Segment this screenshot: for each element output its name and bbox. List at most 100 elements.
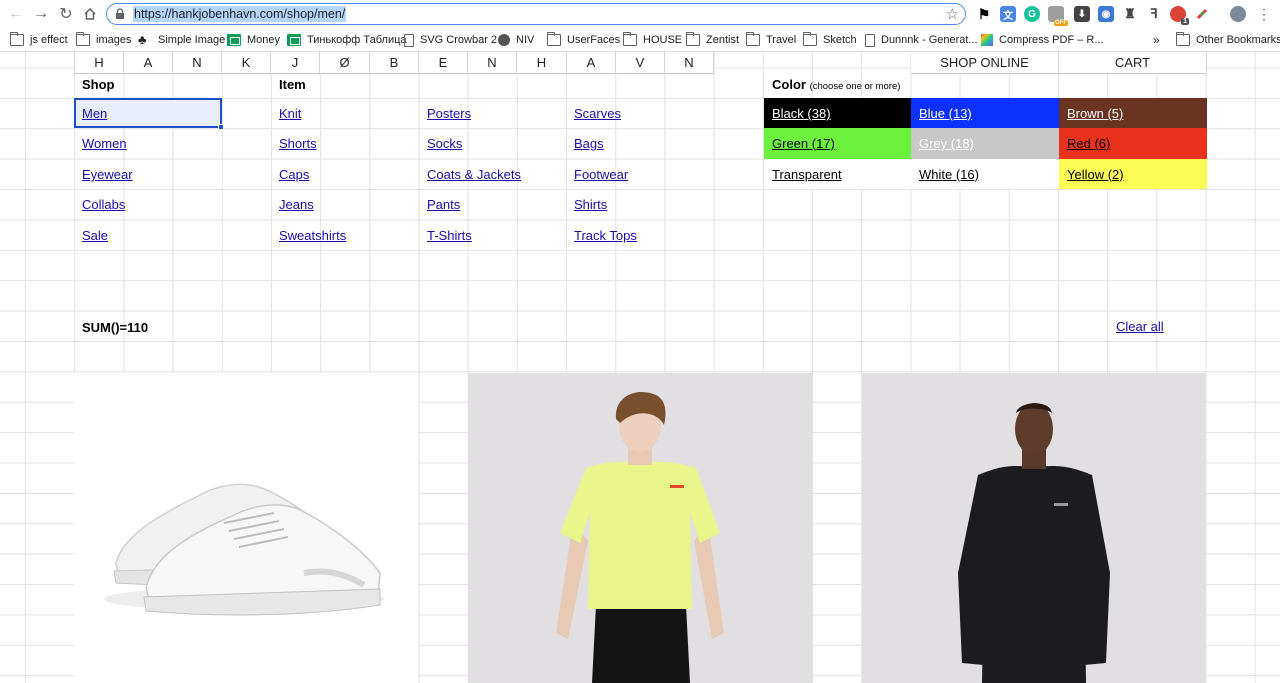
screenshot-extension-icon[interactable]: ◉ — [1098, 6, 1114, 22]
shop-link-collabs[interactable]: Collabs — [82, 197, 125, 212]
color-swatch[interactable]: Black (38) — [764, 98, 912, 129]
reload-icon[interactable]: ↻ — [56, 4, 76, 24]
browser-toolbar: ← → ↻ https://hankjobenhavn.com/shop/men… — [0, 0, 1280, 28]
bookmark-js-effect[interactable]: js effect — [10, 31, 68, 49]
cart-link[interactable]: CART — [1059, 52, 1207, 74]
sneaker-icon — [104, 483, 384, 616]
product-tshirt-image[interactable] — [468, 373, 812, 683]
sheet-icon — [287, 34, 301, 46]
fill-handle[interactable] — [218, 124, 224, 130]
off-badge: OFF — [1054, 20, 1068, 26]
bookmark-niv[interactable]: NIV — [498, 31, 534, 49]
item-link[interactable]: Jeans — [279, 197, 314, 212]
bookmark-svg-crowbar[interactable]: SVG Crowbar 2 — [404, 31, 497, 49]
folder-icon — [10, 32, 24, 46]
item-link[interactable]: Shirts — [574, 197, 607, 212]
folder-icon — [686, 32, 700, 46]
item-link[interactable]: Shorts — [279, 136, 317, 151]
bookmark-star-icon[interactable]: ☆ — [946, 5, 959, 23]
item-link[interactable]: Pants — [427, 197, 460, 212]
download-extension-icon[interactable]: ⬇ — [1074, 6, 1090, 22]
color-swatch[interactable]: Red (6) — [1059, 128, 1207, 159]
item-link[interactable]: Knit — [279, 106, 301, 121]
color-hint: (choose one or more) — [809, 81, 901, 92]
color-picker-extension-icon[interactable] — [1194, 6, 1210, 22]
niv-icon — [498, 34, 510, 46]
item-link[interactable]: Track Tops — [574, 228, 637, 243]
url-text[interactable]: https://hankjobenhavn.com/shop/men/ — [133, 6, 347, 22]
folder-icon — [547, 32, 561, 46]
bookmark-money[interactable]: Money — [227, 31, 280, 49]
back-arrow-icon[interactable]: ← — [6, 4, 26, 24]
bookmark-compress-pdf[interactable]: Compress PDF – R... — [981, 31, 1104, 49]
bookmark-simple-image[interactable]: ♣ Simple Image — [138, 31, 225, 49]
shop-link-sale[interactable]: Sale — [82, 228, 108, 243]
home-icon[interactable] — [80, 4, 100, 24]
item-link[interactable]: Coats & Jackets — [427, 167, 521, 182]
sweatshirt-model-icon — [958, 403, 1110, 683]
shop-link-women[interactable]: Women — [82, 136, 127, 151]
page-icon — [865, 33, 875, 47]
color-swatch[interactable]: Grey (18) — [911, 128, 1059, 159]
bookmarks-bar: js effect images ♣ Simple Image Money Тин… — [0, 28, 1280, 52]
bookmark-travel[interactable]: Travel — [746, 31, 796, 49]
forward-arrow-icon[interactable]: → — [31, 4, 51, 24]
shop-link-men[interactable]: Men — [82, 106, 107, 121]
red-extension-icon[interactable]: 1 — [1170, 6, 1189, 25]
ghost-extension-icon[interactable]: ♜ — [1122, 6, 1138, 22]
clear-all-link[interactable]: Clear all — [1116, 319, 1164, 334]
color-swatch[interactable]: Green (17) — [764, 128, 912, 159]
folder-icon — [76, 32, 90, 46]
translate-extension-icon[interactable]: 文 — [1000, 6, 1016, 22]
header-letter: J — [271, 52, 320, 74]
header-letter: H — [74, 52, 124, 74]
bookmark-house[interactable]: HOUSE — [623, 31, 682, 49]
product-sweatshirt-image[interactable] — [862, 373, 1206, 683]
folder-icon — [746, 32, 760, 46]
coupon-extension-icon[interactable]: OFF — [1048, 6, 1068, 26]
folder-icon — [1176, 32, 1190, 46]
profile-avatar-icon[interactable] — [1230, 6, 1246, 22]
item-link[interactable]: Scarves — [574, 106, 621, 121]
header-letter: N — [173, 52, 222, 74]
pdf-icon — [981, 34, 993, 46]
bookmark-zentist[interactable]: Zentist — [686, 31, 739, 49]
color-swatch[interactable]: Yellow (2) — [1059, 159, 1207, 189]
folder-icon — [623, 32, 637, 46]
color-swatch[interactable]: Brown (5) — [1059, 98, 1207, 129]
address-bar[interactable]: https://hankjobenhavn.com/shop/men/ ☆ — [106, 3, 966, 25]
header-letter: H — [517, 52, 567, 74]
shop-link-eyewear[interactable]: Eyewear — [82, 167, 133, 182]
shop-online-link[interactable]: SHOP ONLINE — [911, 52, 1059, 74]
item-link[interactable]: Caps — [279, 167, 309, 182]
item-link[interactable]: Posters — [427, 106, 471, 121]
header-letter: K — [222, 52, 271, 74]
color-title: Color — [772, 77, 806, 92]
bookmark-tinkoff[interactable]: Тинькофф Таблица — [287, 31, 407, 49]
bookmarks-overflow[interactable]: » — [1153, 31, 1160, 49]
item-link[interactable]: T-Shirts — [427, 228, 472, 243]
grammarly-extension-icon[interactable]: G — [1024, 6, 1040, 22]
item-link[interactable]: Footwear — [574, 167, 628, 182]
header-letter: B — [370, 52, 419, 74]
color-heading: Color (choose one or more) — [772, 77, 900, 92]
header-letter: A — [124, 52, 173, 74]
folder-icon — [803, 32, 817, 46]
item-link[interactable]: Sweatshirts — [279, 228, 346, 243]
color-swatch[interactable]: White (16) — [911, 159, 1059, 189]
item-link[interactable]: Socks — [427, 136, 462, 151]
tshirt-model-icon — [556, 392, 724, 683]
bookmark-userfaces[interactable]: UserFaces — [547, 31, 620, 49]
flag-extension-icon[interactable]: ⚑ — [976, 6, 992, 22]
bookmark-images[interactable]: images — [76, 31, 131, 49]
bookmark-other[interactable]: Other Bookmarks — [1176, 31, 1280, 49]
shop-title: Shop — [82, 77, 115, 92]
font-extension-icon[interactable]: ꟻ — [1146, 6, 1162, 22]
bookmark-sketch[interactable]: Sketch — [803, 31, 857, 49]
item-link[interactable]: Bags — [574, 136, 604, 151]
color-swatch[interactable]: Blue (13) — [911, 98, 1059, 129]
bookmark-dunnnk[interactable]: Dunnnk - Generat... — [865, 31, 978, 49]
color-swatch[interactable]: Transparent — [764, 159, 912, 189]
menu-kebab-icon[interactable]: ⋮ — [1254, 4, 1274, 24]
product-sneaker-image[interactable] — [74, 373, 418, 683]
